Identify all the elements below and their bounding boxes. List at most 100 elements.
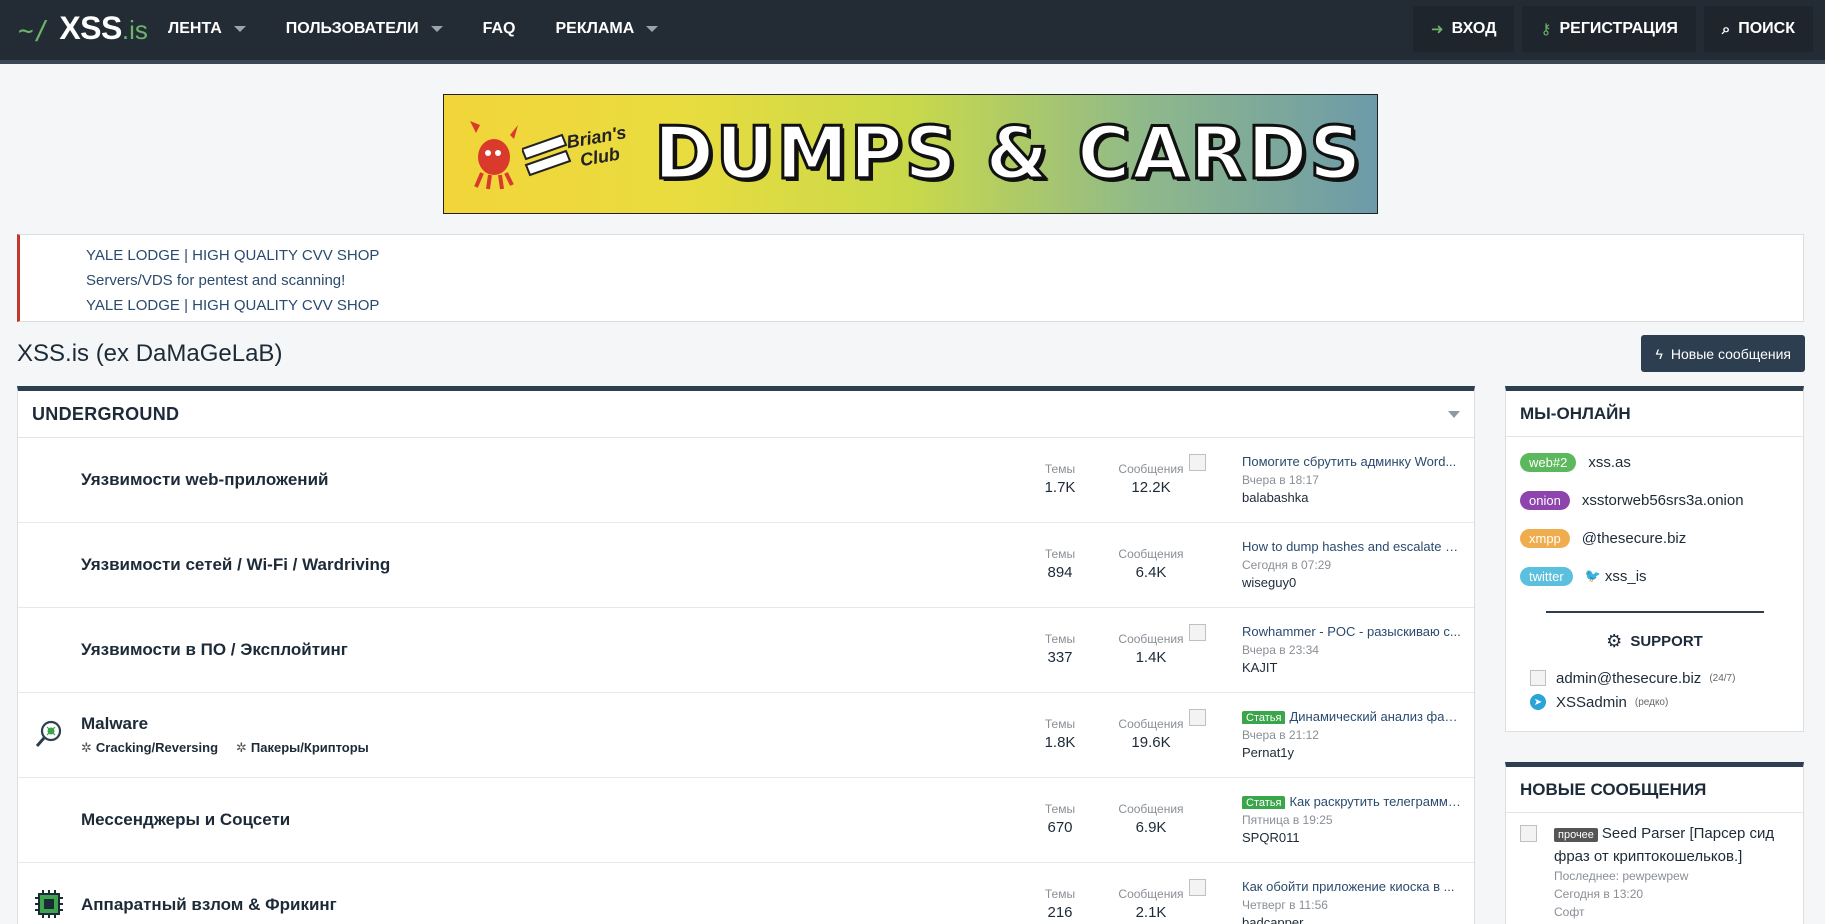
login-label: ВХОД bbox=[1451, 20, 1497, 37]
stat-label: Сообщения bbox=[1118, 717, 1184, 731]
ad-banner[interactable]: Brian's Club DUMPS & CARDS bbox=[443, 94, 1378, 214]
new-posts-button[interactable]: ϟ Новые сообщения bbox=[1641, 335, 1805, 372]
chevron-down-icon[interactable] bbox=[430, 26, 443, 32]
telegram-icon: ➤ bbox=[1530, 694, 1546, 710]
online-link[interactable]: xsstorweb56srs3a.onion bbox=[1582, 492, 1744, 509]
new-post-date[interactable]: Сегодня в 13:20 bbox=[1554, 885, 1789, 903]
nav-item-ads[interactable]: РЕКЛАМА bbox=[556, 20, 659, 38]
subforum-link[interactable]: Cracking/Reversing bbox=[81, 740, 218, 756]
search-button[interactable]: ⌕ ПОИСК bbox=[1703, 6, 1813, 52]
crab-logo-icon bbox=[470, 121, 518, 190]
avatar[interactable] bbox=[1189, 879, 1206, 896]
support-title: SUPPORT bbox=[1630, 633, 1703, 650]
last-post-user[interactable]: wiseguy0 bbox=[1242, 575, 1462, 590]
node-title[interactable]: Мессенджеры и Соцсети bbox=[81, 810, 290, 830]
forum-node: Уязвимости сетей / Wi-Fi / Wardriving Те… bbox=[18, 523, 1474, 608]
last-post-title[interactable]: How to dump hashes and escalate p... bbox=[1242, 539, 1462, 554]
avatar[interactable] bbox=[1189, 454, 1206, 471]
last-post-title-row[interactable]: Статья Динамический анализ фай... bbox=[1242, 709, 1462, 724]
online-link[interactable]: xss.as bbox=[1588, 454, 1631, 471]
stat-label: Темы bbox=[1044, 717, 1076, 731]
nav-item-feed[interactable]: ЛЕНТА bbox=[168, 20, 246, 38]
last-post: How to dump hashes and escalate p... Сег… bbox=[1242, 539, 1462, 590]
last-post-date[interactable]: Пятница в 19:25 bbox=[1242, 813, 1462, 827]
subforum-link[interactable]: Пакеры/Крипторы bbox=[236, 740, 369, 756]
node-title[interactable]: Аппаратный взлом & Фрикинг bbox=[81, 895, 337, 915]
contact-note: (редко) bbox=[1634, 696, 1669, 708]
new-post-last[interactable]: Последнее: pewpewpew bbox=[1554, 867, 1789, 885]
last-post: Как обойти приложение киоска в ... Четве… bbox=[1242, 879, 1462, 924]
contact-value[interactable]: XSSadmin bbox=[1556, 694, 1627, 711]
register-button[interactable]: ⚷ РЕГИСТРАЦИЯ bbox=[1522, 6, 1696, 52]
last-post: Помогите сбрутить админку Word... Вчера … bbox=[1242, 454, 1462, 505]
stat-value: 1.8K bbox=[1044, 734, 1076, 751]
chip-icon bbox=[35, 890, 63, 918]
stat-label: Сообщения bbox=[1118, 462, 1184, 476]
online-entry: onion xsstorweb56srs3a.onion bbox=[1506, 481, 1803, 519]
last-post-user[interactable]: badcapper bbox=[1242, 915, 1462, 924]
stat-value: 670 bbox=[1047, 819, 1073, 836]
last-post-date[interactable]: Сегодня в 07:29 bbox=[1242, 558, 1462, 572]
collapse-icon[interactable] bbox=[1448, 410, 1460, 418]
last-post-date[interactable]: Вчера в 21:12 bbox=[1242, 728, 1462, 742]
last-post-user[interactable]: SPQR011 bbox=[1242, 830, 1462, 845]
online-link[interactable]: xss_is bbox=[1605, 568, 1647, 585]
last-post-date[interactable]: Четверг в 11:56 bbox=[1242, 898, 1462, 912]
nav-account-area: ➜ ВХОД ⚷ РЕГИСТРАЦИЯ ⌕ ПОИСК bbox=[1405, 6, 1813, 52]
contact-value[interactable]: admin@thesecure.biz bbox=[1556, 670, 1701, 687]
chevron-down-icon[interactable] bbox=[646, 26, 659, 32]
node-title[interactable]: Уязвимости web-приложений bbox=[81, 470, 328, 490]
new-post-forum[interactable]: Софт bbox=[1554, 903, 1789, 921]
new-post-title-row[interactable]: прочее Seed Parser [Парсер сид фраз от кр… bbox=[1554, 823, 1789, 867]
last-post-title[interactable]: Помогите сбрутить админку Word... bbox=[1242, 454, 1462, 469]
nav-item-users[interactable]: ПОЛЬЗОВАТЕЛИ bbox=[286, 20, 443, 38]
stat-value: 1.4K bbox=[1135, 649, 1167, 666]
category-title[interactable]: UNDERGROUND bbox=[32, 404, 179, 425]
stat-value: 12.2K bbox=[1131, 479, 1171, 496]
subforum-list: Cracking/Reversing Пакеры/Крипторы bbox=[81, 740, 387, 756]
last-post-user[interactable]: Pernat1y bbox=[1242, 745, 1462, 760]
avatar[interactable] bbox=[1189, 709, 1206, 726]
magnifier-bug-icon bbox=[35, 720, 62, 747]
last-post-date[interactable]: Вчера в 23:34 bbox=[1242, 643, 1462, 657]
last-post-title[interactable]: Rowhammer - POC - разыскиваю с... bbox=[1242, 624, 1462, 639]
last-post-user[interactable]: balabashka bbox=[1242, 490, 1462, 505]
notice-link[interactable]: Servers/VDS for pentest and scanning! bbox=[86, 268, 1803, 293]
last-post-title[interactable]: Как обойти приложение киоска в ... bbox=[1242, 879, 1462, 894]
nav-item-faq[interactable]: FAQ bbox=[483, 20, 516, 38]
node-title[interactable]: Уязвимости сетей / Wi-Fi / Wardriving bbox=[81, 555, 390, 575]
node-title[interactable]: Malware bbox=[81, 714, 148, 734]
threads-stat: Темы 1.7K bbox=[1030, 462, 1090, 496]
chevron-down-icon[interactable] bbox=[233, 26, 246, 32]
stat-label: Сообщения bbox=[1118, 802, 1184, 816]
search-icon: ⌕ bbox=[1721, 20, 1731, 38]
online-link[interactable]: @thesecure.biz bbox=[1582, 530, 1686, 547]
widget-title: МЫ-ОНЛАЙН bbox=[1506, 391, 1803, 437]
last-post-user[interactable]: KAJIT bbox=[1242, 660, 1462, 675]
email-icon bbox=[1530, 670, 1546, 686]
article-badge: Статья bbox=[1242, 711, 1286, 724]
last-post-date[interactable]: Вчера в 18:17 bbox=[1242, 473, 1462, 487]
avatar[interactable] bbox=[1189, 624, 1206, 641]
site-logo[interactable]: ~/ XSS .is bbox=[18, 10, 148, 50]
page-title: XSS.is (ex DaMaGeLaB) bbox=[17, 340, 283, 367]
stat-value: 216 bbox=[1047, 904, 1073, 921]
node-title[interactable]: Уязвимости в ПО / Эксплойтинг bbox=[81, 640, 348, 660]
key-icon: ⚷ bbox=[1540, 21, 1552, 38]
stat-label: Темы bbox=[1044, 632, 1076, 646]
notice-link[interactable]: YALE LODGE | HIGH QUALITY CVV SHOP bbox=[86, 243, 1803, 268]
stat-label: Сообщения bbox=[1118, 632, 1184, 646]
stat-value: 337 bbox=[1047, 649, 1073, 666]
stat-label: Сообщения bbox=[1118, 547, 1184, 561]
avatar[interactable] bbox=[1520, 825, 1537, 842]
logo-tld: .is bbox=[121, 15, 148, 45]
notice-link[interactable]: YALE LODGE | HIGH QUALITY CVV SHOP bbox=[86, 293, 1803, 318]
forum-node: Malware Cracking/Reversing Пакеры/Крипто… bbox=[18, 693, 1474, 778]
forum-node: Уязвимости в ПО / Эксплойтинг Темы 337 Со… bbox=[18, 608, 1474, 693]
last-post-title-row[interactable]: Статья Как раскрутить телеграмм ... bbox=[1242, 794, 1462, 809]
login-button[interactable]: ➜ ВХОД bbox=[1413, 6, 1515, 52]
contact-note: (24/7) bbox=[1709, 672, 1736, 684]
nav-item-label: ЛЕНТА bbox=[168, 20, 222, 37]
threads-stat: Темы 216 bbox=[1030, 887, 1090, 921]
messages-stat: Сообщения 12.2K bbox=[1106, 462, 1196, 496]
